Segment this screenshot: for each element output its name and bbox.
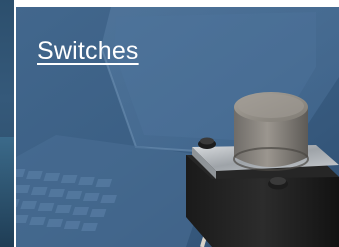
category-title-link[interactable]: Switches (37, 37, 139, 66)
adjacent-card-edge (0, 0, 14, 247)
page: Switches (0, 0, 339, 247)
category-card-switches[interactable]: Switches (16, 7, 339, 247)
